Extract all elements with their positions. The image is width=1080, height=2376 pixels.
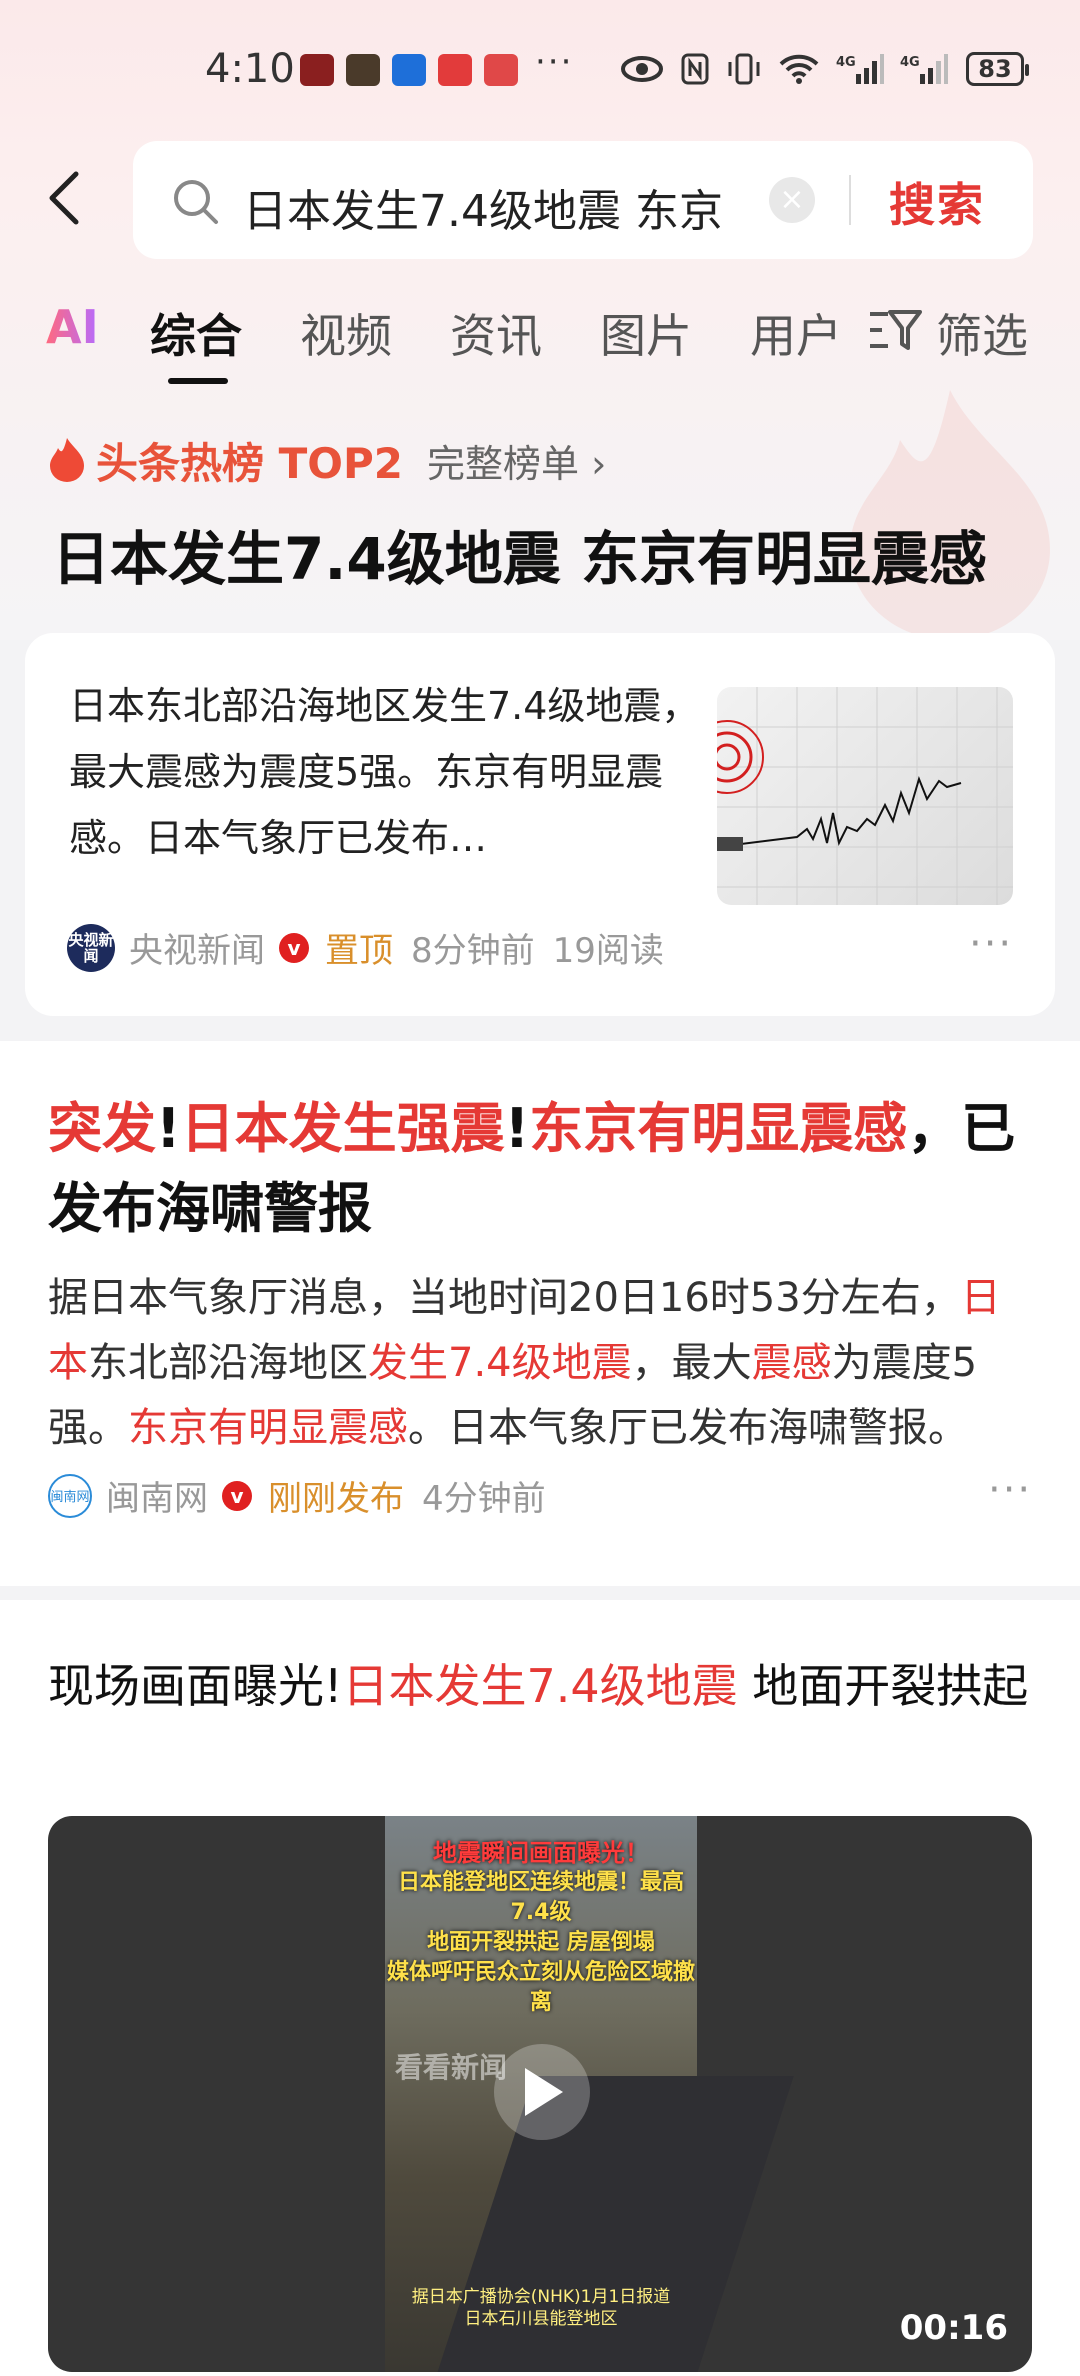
- seismograph-graphic: [717, 687, 1013, 905]
- svg-text:4G: 4G: [836, 55, 856, 70]
- hot-topic-title[interactable]: 日本发生7.4级地震 东京有明显震感: [52, 512, 987, 596]
- status-bar: 4:10 ··· 4G 4G 83: [0, 40, 1080, 100]
- active-tab-indicator: [168, 378, 228, 384]
- play-icon: [525, 2068, 563, 2116]
- signal-4g-icon: 4G: [836, 54, 884, 84]
- battery-indicator: 83: [966, 52, 1029, 86]
- body-highlight: 发生7.4级地震: [368, 1340, 632, 1386]
- video-article-title: 现场画面曝光!日本发生7.4级地震 地面开裂拱起: [48, 1650, 1038, 1722]
- full-list-link[interactable]: 完整榜单 ›: [427, 433, 606, 488]
- article-meta: 闽南网 闽南网 v 刚刚发布 4分钟前: [48, 1471, 546, 1520]
- more-options-icon[interactable]: ···: [988, 1467, 1032, 1513]
- video-article-card[interactable]: 现场画面曝光!日本发生7.4级地震 地面开裂拱起 地震瞬间画面曝光！ 日本能登地…: [0, 1600, 1080, 2376]
- body-highlight: 东京有明显震感: [128, 1405, 408, 1451]
- hot-rank-label: 头条热榜 TOP2: [96, 438, 403, 488]
- read-count: 19阅读: [552, 931, 664, 971]
- video-caption-line: 地面开裂拱起 房屋倒塌: [427, 1930, 655, 1955]
- source-name[interactable]: 闽南网: [106, 1471, 208, 1520]
- title-text: 现场画面曝光!: [48, 1659, 343, 1713]
- notification-icons: [300, 54, 518, 86]
- title-highlight: 突发: [48, 1097, 156, 1160]
- system-icons: 4G 4G: [620, 52, 948, 86]
- video-footer-line: 据日本广播协会(NHK)1月1日报道: [411, 2287, 671, 2307]
- video-footer-line: 日本石川县能登地区: [464, 2309, 618, 2329]
- source-avatar[interactable]: 央视新闻: [67, 923, 115, 972]
- search-divider: [849, 175, 851, 225]
- tab-bar: AI 综合 视频 资讯 图片 用户 筛选: [0, 300, 1080, 390]
- tab-all[interactable]: 综合: [150, 300, 242, 366]
- video-caption-line: 地震瞬间画面曝光！: [433, 1839, 649, 1867]
- title-highlight: 日本发生7.4级地震: [342, 1659, 738, 1713]
- title-highlight: 东京有明显震感: [529, 1097, 908, 1160]
- tab-users[interactable]: 用户: [750, 300, 842, 366]
- svg-text:4G: 4G: [900, 55, 920, 70]
- app-notification-icon: [438, 54, 472, 86]
- title-text: !: [504, 1097, 530, 1160]
- video-player[interactable]: 地震瞬间画面曝光！ 日本能登地区连续地震！最高7.4级 地面开裂拱起 房屋倒塌 …: [48, 1816, 1032, 2372]
- search-button[interactable]: 搜索: [889, 169, 985, 235]
- wifi-icon: [779, 54, 819, 84]
- app-notification-icon: [300, 54, 334, 86]
- status-more-icon: ···: [535, 42, 574, 82]
- tab-ai[interactable]: AI: [46, 300, 99, 354]
- source-avatar[interactable]: 闽南网: [48, 1473, 92, 1518]
- body-text: ，最大: [631, 1340, 752, 1386]
- signal-4g-icon: 4G: [900, 54, 948, 84]
- tab-video[interactable]: 视频: [300, 300, 392, 366]
- nfc-icon: [681, 53, 709, 85]
- app-notification-icon: [392, 54, 426, 86]
- flame-watermark-icon: [850, 390, 1050, 640]
- body-text: 。日本气象厅已发布海啸警报。: [408, 1405, 968, 1451]
- tab-news[interactable]: 资讯: [450, 300, 542, 366]
- flame-icon: [50, 438, 84, 482]
- search-box[interactable]: 日本发生7.4级地震 东京 × 搜索: [133, 141, 1033, 259]
- video-caption-line: 日本能登地区连续地震！最高7.4级: [397, 1870, 684, 1925]
- clear-icon[interactable]: ×: [769, 177, 815, 223]
- title-highlight: 日本发生强震: [180, 1097, 505, 1160]
- tab-filter[interactable]: 筛选: [936, 300, 1028, 366]
- body-highlight: 震感: [751, 1340, 832, 1386]
- article-body: 据日本气象厅消息，当地时间20日16时53分左右，日本东北部沿海地区发生7.4级…: [48, 1266, 1038, 1461]
- body-text: 据日本气象厅消息，当地时间20日16时53分左右，: [48, 1275, 961, 1321]
- verified-badge-icon: v: [279, 932, 309, 963]
- seismograph-image: [717, 687, 1013, 905]
- play-button[interactable]: [494, 2044, 590, 2140]
- video-caption-line: 媒体呼吁民众立刻从危险区域撤离: [386, 1960, 695, 2015]
- news-summary: 日本东北部沿海地区发生7.4级地震，最大震感为震度5强。东京有明显震感。日本气象…: [69, 684, 700, 860]
- app-notification-icon: [346, 54, 380, 86]
- filter-icon[interactable]: [868, 308, 922, 354]
- title-text: !: [156, 1097, 181, 1160]
- eye-icon: [621, 56, 663, 82]
- news-meta: 央视新闻 央视新闻 v 置顶 8分钟前 19阅读: [67, 923, 664, 972]
- publish-time: 8分钟前: [411, 931, 535, 971]
- vibrate-icon: [728, 53, 760, 85]
- just-published-tag: 刚刚发布: [268, 1479, 404, 1519]
- title-text: 地面开裂拱起: [737, 1659, 1029, 1713]
- video-caption: 地震瞬间画面曝光！ 日本能登地区连续地震！最高7.4级 地面开裂拱起 房屋倒塌 …: [385, 1838, 697, 2018]
- app-notification-icon: [484, 54, 518, 86]
- article-title: 突发!日本发生强震!东京有明显震感，已发布海啸警报: [48, 1089, 1038, 1249]
- publish-time: 4分钟前: [422, 1479, 546, 1519]
- tab-images[interactable]: 图片: [600, 300, 692, 366]
- search-icon: [174, 180, 218, 224]
- more-options-icon[interactable]: ···: [969, 921, 1013, 967]
- back-arrow-icon[interactable]: [44, 168, 84, 228]
- video-duration: 00:16: [899, 2308, 1008, 2348]
- news-card[interactable]: 日本东北部沿海地区发生7.4级地震，最大震感为震度5强。东京有明显震感。日本气象…: [25, 633, 1055, 1016]
- video-watermark: 看看新闻: [395, 2051, 508, 2084]
- article-card[interactable]: 突发!日本发生强震!东京有明显震感，已发布海啸警报 据日本气象厅消息，当地时间2…: [0, 1041, 1080, 1586]
- video-footer: 据日本广播协会(NHK)1月1日报道 日本石川县能登地区: [385, 2286, 697, 2330]
- verified-badge-icon: v: [222, 1480, 252, 1511]
- pinned-tag: 置顶: [325, 931, 393, 971]
- status-time: 4:10: [205, 46, 295, 92]
- body-text: 东北部沿海地区: [88, 1340, 368, 1386]
- source-name[interactable]: 央视新闻: [129, 923, 265, 972]
- hot-rank-line[interactable]: 头条热榜 TOP2 完整榜单 ›: [48, 430, 606, 490]
